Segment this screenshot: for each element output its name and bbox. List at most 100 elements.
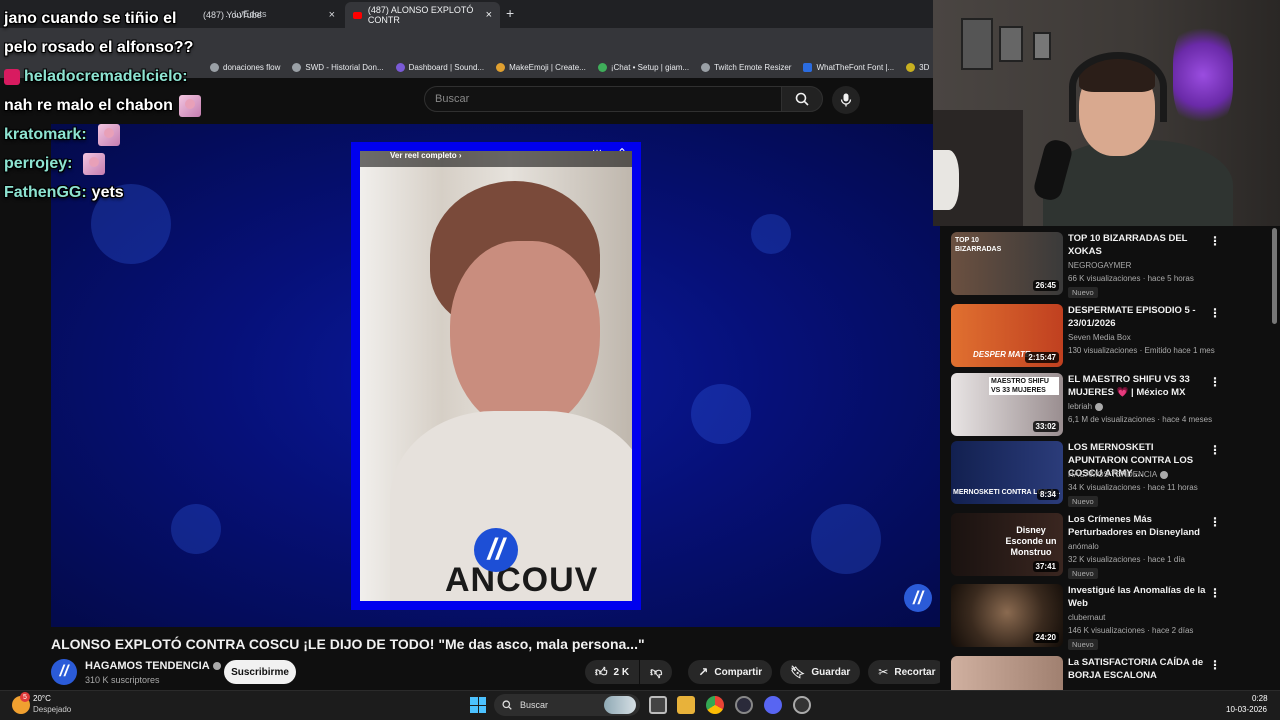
file-explorer-icon[interactable] xyxy=(677,696,695,714)
new-badge: Nuevo xyxy=(1068,639,1098,650)
more-vertical-icon[interactable]: ⋮ xyxy=(1209,234,1221,248)
bookmark-item[interactable]: Dashboard | Sound... xyxy=(395,62,484,72)
more-vertical-icon[interactable]: ⋮ xyxy=(1209,515,1221,529)
bookmark-item[interactable]: 3D xyxy=(906,62,929,72)
reel-full-link[interactable]: Ver reel completo › xyxy=(390,151,462,160)
recommendation-channel[interactable]: HAGAMOS TENDENCIA xyxy=(1068,470,1169,479)
clock-time[interactable]: 0:28 xyxy=(1252,694,1268,703)
close-icon[interactable]: × xyxy=(329,9,335,21)
clip-button[interactable]: ✂ Recortar xyxy=(868,660,946,684)
more-vertical-icon[interactable]: ⋮ xyxy=(1209,586,1221,600)
close-icon[interactable]: × xyxy=(486,9,492,21)
bookmark-item[interactable]: WhatTheFont Font |... xyxy=(803,62,894,72)
recommendation-channel[interactable]: anómalo xyxy=(1068,542,1099,551)
dislike-button[interactable]: 👎︎ xyxy=(640,660,673,684)
channel-logo-watermark: // xyxy=(474,528,518,572)
tab-current-video[interactable]: (487) ALONSO EXPLOTÓ CONTR × xyxy=(345,2,500,28)
recommendation-title[interactable]: DESPERMATE EPISODIO 5 - 23/01/2026 xyxy=(1068,304,1208,330)
bokeh-light xyxy=(811,504,881,574)
bookmark-icon xyxy=(803,62,813,72)
video-thumbnail[interactable]: TOP 10 BIZARRADAS 26:45 xyxy=(951,232,1063,295)
windows-start-icon[interactable] xyxy=(470,697,486,713)
recommendation-item[interactable]: TOP 10 BIZARRADAS 26:45 TOP 10 BIZARRADA… xyxy=(951,232,1271,298)
search-highlight-image[interactable] xyxy=(604,696,636,714)
chevron-up-icon[interactable]: ⌃ xyxy=(617,146,627,160)
video-duration: 33:02 xyxy=(1032,421,1059,432)
clock-date[interactable]: 10-03-2026 xyxy=(1226,705,1267,714)
discord-icon[interactable] xyxy=(764,696,782,714)
voice-search-button[interactable] xyxy=(832,86,860,114)
microphone-icon xyxy=(840,93,852,107)
video-title: ALONSO EXPLOTÓ CONTRA COSCU ¡LE DIJO DE … xyxy=(51,636,645,652)
scissors-icon: ✂ xyxy=(878,665,889,679)
recommendation-item[interactable]: MAESTRO SHIFU VS 33 MUJERES 33:02 EL MAE… xyxy=(951,373,1271,439)
recommendation-channel[interactable]: clubernaut xyxy=(1068,613,1105,622)
share-button[interactable]: ↗ Compartir xyxy=(688,660,773,684)
bookmark-item[interactable]: Twitch Emote Resizer xyxy=(701,62,791,72)
recommendation-item[interactable]: MERNOSKETI CONTRA LOS A... 8:34 LOS MERN… xyxy=(951,441,1271,507)
recommendation-item[interactable]: La SATISFACTORIA CAÍDA de BORJA ESCALONA… xyxy=(951,656,1271,690)
subscribe-button[interactable]: Suscribirme xyxy=(224,660,296,684)
channel-name[interactable]: HAGAMOS TENDENCIA xyxy=(85,660,221,672)
recommendation-item[interactable]: Disney Esconde un Monstruo 37:41 Los Crí… xyxy=(951,513,1271,579)
video-actions: 👍︎ 2 K 👎︎ ↗ Compartir 🔖︎ Guardar ✂ Recortar … xyxy=(585,660,986,684)
recommendation-title[interactable]: Los Crímenes Más Perturbadores en Disney… xyxy=(1068,513,1208,539)
weather-temperature[interactable]: 20°C xyxy=(33,694,51,703)
recommendation-title[interactable]: TOP 10 BIZARRADAS DEL XOKAS xyxy=(1068,232,1208,258)
save-button[interactable]: 🔖︎ Guardar xyxy=(780,660,861,684)
recommendation-title[interactable]: EL MAESTRO SHIFU VS 33 MUJERES 💗 | Méxic… xyxy=(1068,373,1208,399)
chrome-icon[interactable] xyxy=(706,696,724,714)
recommendation-title[interactable]: Investigué las Anomalías de la Web xyxy=(1068,584,1208,610)
more-vertical-icon[interactable]: ⋮ xyxy=(1209,375,1221,389)
screen: (487) YouTube × (487) ALONSO EXPLOTÓ CON… xyxy=(0,0,1280,720)
video-thumbnail[interactable]: 24:20 xyxy=(951,584,1063,647)
like-button[interactable]: 👍︎ 2 K xyxy=(585,660,640,684)
video-thumbnail[interactable] xyxy=(951,656,1063,690)
video-duration: 8:34 xyxy=(1036,489,1059,500)
video-thumbnail[interactable]: MERNOSKETI CONTRA LOS A... 8:34 xyxy=(951,441,1063,504)
chat-line: heladocremadelcielo: xyxy=(4,62,264,91)
recommendation-meta: 130 visualizaciones · Emitido hace 1 mes xyxy=(1068,346,1215,355)
recommendation-meta: 66 K visualizaciones · hace 5 horas xyxy=(1068,274,1194,283)
bookmark-item[interactable]: MakeEmoji | Create... xyxy=(496,62,586,72)
more-options-icon[interactable]: ··· xyxy=(592,145,602,156)
recommendation-item[interactable]: DESPER MATE 2:15:47 DESPERMATE EPISODIO … xyxy=(951,304,1271,370)
recommendation-item[interactable]: 24:20 Investigué las Anomalías de la Web… xyxy=(951,584,1271,650)
sidebar-scrollbar[interactable] xyxy=(1272,228,1277,324)
recommendation-channel[interactable]: NEGROGAYMER xyxy=(1068,261,1131,270)
video-thumbnail[interactable]: DESPER MATE 2:15:47 xyxy=(951,304,1063,367)
video-duration: 2:15:47 xyxy=(1025,352,1059,363)
chat-emote-icon xyxy=(178,94,201,117)
person-face xyxy=(450,241,600,431)
more-vertical-icon[interactable]: ⋮ xyxy=(1209,658,1221,672)
search-button[interactable] xyxy=(781,86,823,112)
recommendation-channel[interactable]: Seven Media Box xyxy=(1068,333,1131,342)
bookmark-icon xyxy=(395,62,405,72)
app-icon[interactable] xyxy=(735,696,753,714)
verified-icon xyxy=(212,662,221,671)
new-tab-button[interactable]: + xyxy=(506,5,514,21)
chat-emote-icon xyxy=(97,123,120,146)
video-thumbnail[interactable]: MAESTRO SHIFU VS 33 MUJERES 33:02 xyxy=(951,373,1063,436)
bookmark-item[interactable]: ¡Chat • Setup | giam... xyxy=(597,62,689,72)
bokeh-light xyxy=(691,384,751,444)
search-input[interactable] xyxy=(424,86,782,112)
video-thumbnail[interactable]: Disney Esconde un Monstruo 37:41 xyxy=(951,513,1063,576)
channel-avatar[interactable]: // xyxy=(51,659,77,685)
more-vertical-icon[interactable]: ⋮ xyxy=(1209,306,1221,320)
recommendation-meta: 6,1 M de visualizaciones · hace 4 meses xyxy=(1068,415,1213,424)
share-icon: ↗ xyxy=(698,665,709,679)
bookmark-icon xyxy=(292,62,302,72)
wall-picture xyxy=(999,26,1023,62)
obs-icon[interactable] xyxy=(793,696,811,714)
bookmark-icon xyxy=(597,62,607,72)
bookmarks-list: donaciones flow SWD - Historial Don... D… xyxy=(210,56,941,78)
video-duration: 24:20 xyxy=(1032,632,1059,643)
recommendation-title[interactable]: La SATISFACTORIA CAÍDA de BORJA ESCALONA xyxy=(1068,656,1208,682)
task-view-icon[interactable] xyxy=(649,696,667,714)
channel-watermark-icon[interactable]: // xyxy=(904,584,932,612)
purple-light xyxy=(1173,20,1233,130)
more-vertical-icon[interactable]: ⋮ xyxy=(1209,443,1221,457)
bookmark-item[interactable]: SWD - Historial Don... xyxy=(292,62,384,72)
recommendation-channel[interactable]: lebriah xyxy=(1068,402,1104,411)
